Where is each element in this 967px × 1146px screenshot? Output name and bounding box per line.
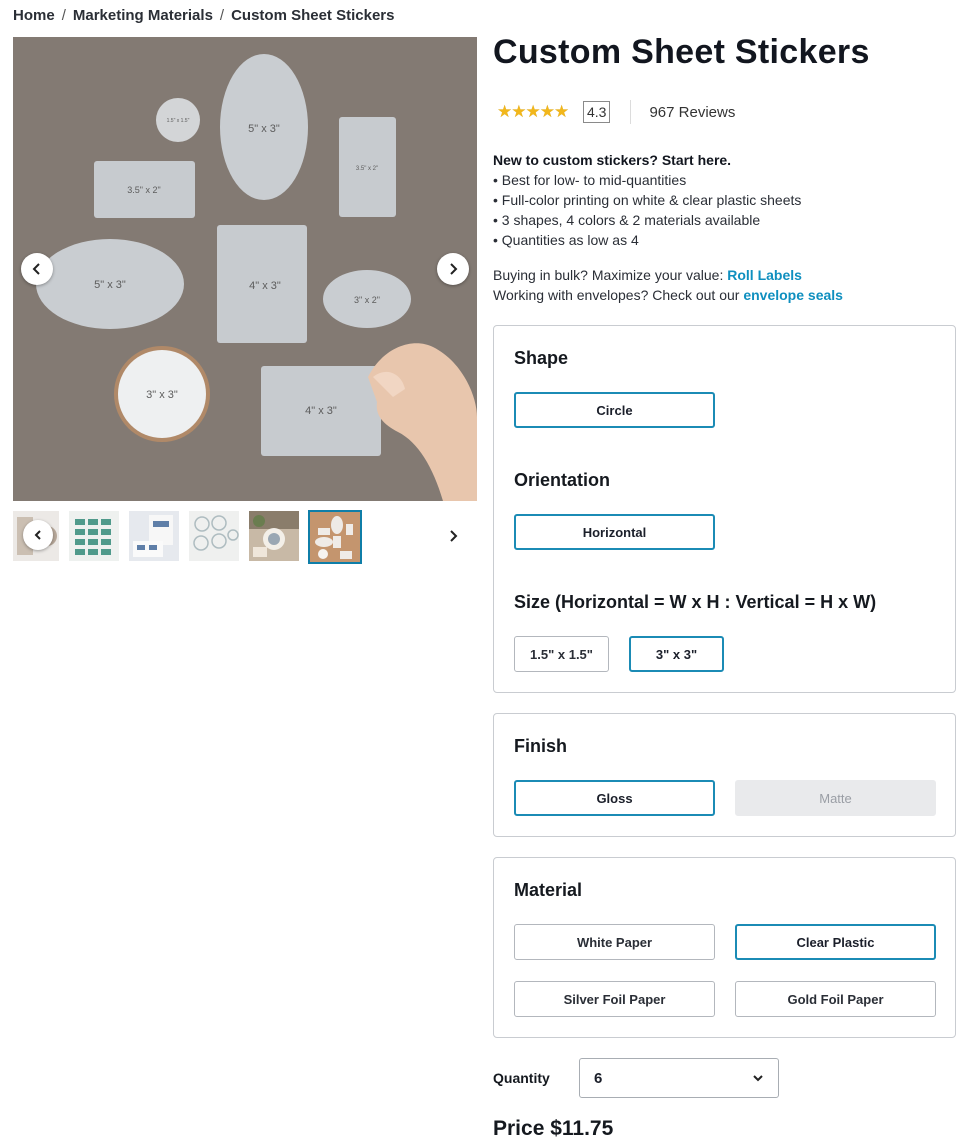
sticker-label: 3" x 3": [146, 389, 178, 401]
finish-title: Finish: [514, 736, 567, 756]
sticker-label: 3.5" x 2": [127, 185, 160, 195]
upsell-links: Buying in bulk? Maximize your value: Rol…: [493, 265, 843, 305]
sticker-label: 3" x 2": [354, 295, 380, 305]
intro-heading: New to custom stickers? Start here.: [493, 152, 732, 168]
product-hero-image: 1.5" x 1.5" 5" x 3" 3.5" x 2" 3.5" x 2" …: [13, 37, 477, 501]
thumbnail-4[interactable]: [189, 511, 239, 561]
thumbnail-6-selected[interactable]: [308, 510, 362, 564]
thumbnail-3[interactable]: [129, 511, 179, 561]
reviews-link[interactable]: 967 Reviews: [649, 104, 735, 121]
sticker-label: 1.5" x 1.5": [167, 118, 190, 124]
size-option-1-5x1-5[interactable]: 1.5" x 1.5": [514, 636, 609, 672]
shape-option-circle[interactable]: Circle: [514, 392, 715, 428]
thumbnail-strip: [13, 510, 477, 564]
chevron-left-icon: [34, 530, 41, 540]
chevron-right-icon: [450, 263, 458, 275]
material-option-white-paper[interactable]: White Paper: [514, 924, 715, 960]
envelope-seals-link[interactable]: envelope seals: [743, 287, 843, 303]
hero-prev-button[interactable]: [21, 253, 53, 285]
chevron-right-icon: [450, 530, 458, 542]
intro-bullet: • Full-color printing on white & clear p…: [493, 192, 802, 208]
finish-option-matte: Matte: [735, 780, 936, 816]
star-icons-filled: ★★★★★: [497, 104, 568, 120]
material-panel: Material White Paper Clear Plastic Silve…: [493, 857, 956, 1038]
thumbnail-prev-button[interactable]: [23, 520, 53, 550]
rating-value: 4.3: [583, 101, 611, 123]
intro-bullet: • Best for low- to mid-quantities: [493, 172, 687, 188]
breadcrumb: Home / Marketing Materials / Custom Sheet St…: [13, 7, 394, 24]
material-option-gold-foil-paper[interactable]: Gold Foil Paper: [735, 981, 936, 1017]
finish-option-gloss[interactable]: Gloss: [514, 780, 715, 816]
upsell-text: Buying in bulk? Maximize your value:: [493, 267, 728, 283]
roll-labels-link[interactable]: Roll Labels: [727, 267, 802, 283]
sticker-sheet-illustration: 1.5" x 1.5" 5" x 3" 3.5" x 2" 3.5" x 2" …: [13, 37, 477, 501]
chevron-left-icon: [32, 263, 40, 275]
material-title: Material: [514, 880, 583, 900]
quantity-select[interactable]: 6: [579, 1058, 779, 1098]
quantity-label: Quantity: [493, 1070, 550, 1086]
hero-next-button[interactable]: [437, 253, 469, 285]
configuration-panel: Shape Circle Orientation Horizontal Size…: [493, 325, 956, 693]
upsell-text: Working with envelopes? Check out our: [493, 287, 744, 303]
product-title: Custom Sheet Stickers: [493, 33, 870, 71]
star-rating: ★★★★★ ★★★★★: [497, 103, 579, 120]
sticker-label: 4" x 3": [305, 405, 337, 417]
breadcrumb-marketing-materials[interactable]: Marketing Materials: [73, 7, 213, 24]
shape-title: Shape: [514, 348, 569, 368]
breadcrumb-separator: /: [61, 7, 66, 24]
quantity-value: 6: [594, 1069, 603, 1087]
size-title: Size (Horizontal = W x H : Vertical = H …: [514, 592, 877, 612]
material-option-silver-foil-paper[interactable]: Silver Foil Paper: [514, 981, 715, 1017]
chevron-down-icon: [753, 1075, 763, 1082]
sticker-label: 5" x 3": [248, 123, 280, 135]
sticker-label: 5" x 3": [94, 279, 126, 291]
size-option-3x3[interactable]: 3" x 3": [629, 636, 724, 672]
thumbnail-2[interactable]: [69, 511, 119, 561]
intro-bullet: • Quantities as low as 4: [493, 232, 639, 248]
thumbnail-5[interactable]: [249, 511, 299, 561]
breadcrumb-current: Custom Sheet Stickers: [231, 7, 395, 24]
orientation-option-horizontal[interactable]: Horizontal: [514, 514, 715, 550]
intro-bullet: • 3 shapes, 4 colors & 2 materials avail…: [493, 212, 761, 228]
breadcrumb-home[interactable]: Home: [13, 7, 55, 24]
price: Price $11.75: [493, 1117, 614, 1140]
orientation-title: Orientation: [514, 470, 611, 490]
thumbnail-next-button[interactable]: [443, 524, 463, 548]
product-intro: New to custom stickers? Start here. • Be…: [493, 150, 801, 250]
sticker-label: 4" x 3": [249, 280, 281, 292]
finish-panel: Finish Gloss Matte: [493, 713, 956, 837]
breadcrumb-separator: /: [219, 7, 225, 24]
rating-summary[interactable]: ★★★★★ ★★★★★ 4.3 967 Reviews: [497, 100, 735, 124]
divider: [630, 100, 632, 124]
material-option-clear-plastic[interactable]: Clear Plastic: [735, 924, 936, 960]
sticker-label: 3.5" x 2": [356, 166, 378, 172]
